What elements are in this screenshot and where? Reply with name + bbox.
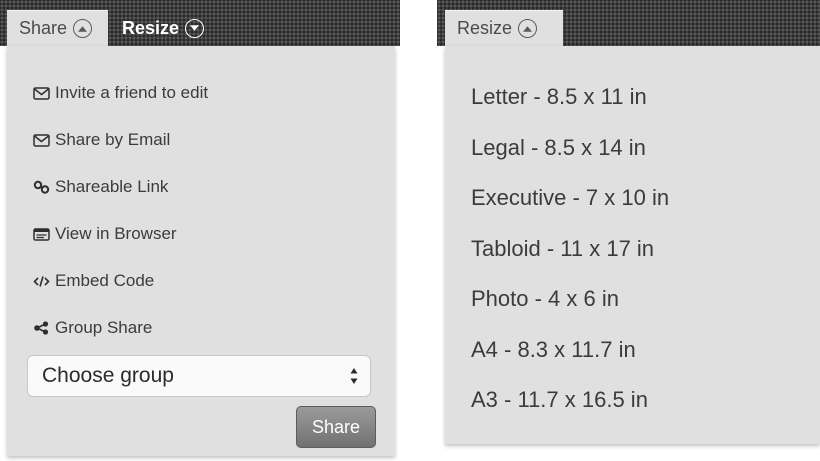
share-panel: Share Resize Invite a friend to edit Sha…: [0, 0, 400, 461]
menu-item-invite-friend[interactable]: Invite a friend to edit: [33, 83, 208, 103]
browser-window-icon: [33, 227, 50, 241]
menu-item-label: Embed Code: [55, 271, 155, 290]
code-icon: [33, 274, 50, 288]
tab-share[interactable]: Share: [7, 10, 108, 46]
size-option-letter[interactable]: Letter - 8.5 x 11 in: [471, 84, 647, 110]
menu-item-group-share[interactable]: Group Share: [33, 318, 152, 338]
tab-resize[interactable]: Resize: [122, 10, 205, 46]
menu-item-view-in-browser[interactable]: View in Browser: [33, 224, 177, 244]
menu-item-label: Share by Email: [55, 130, 171, 149]
tab-resize-label: Resize: [122, 17, 180, 38]
chevron-down-icon: [185, 18, 205, 38]
menu-item-label: Group Share: [55, 318, 153, 337]
tab-resize-label: Resize: [457, 18, 513, 38]
share-button[interactable]: Share: [296, 406, 376, 448]
tab-resize[interactable]: Resize: [445, 10, 563, 46]
resize-dropdown: Letter - 8.5 x 11 in Legal - 8.5 x 14 in…: [445, 46, 820, 444]
chevron-up-icon: [73, 19, 93, 38]
group-select-value: Choose group: [42, 364, 174, 387]
size-option-photo[interactable]: Photo - 4 x 6 in: [471, 286, 619, 312]
resize-panel: Resize Letter - 8.5 x 11 in Legal - 8.5 …: [437, 0, 820, 461]
envelope-icon: [33, 133, 50, 147]
menu-item-embed-code[interactable]: Embed Code: [33, 271, 154, 291]
size-option-legal[interactable]: Legal - 8.5 x 14 in: [471, 135, 646, 161]
size-option-a4[interactable]: A4 - 8.3 x 11.7 in: [471, 337, 636, 363]
menu-item-share-by-email[interactable]: Share by Email: [33, 130, 170, 150]
size-option-executive[interactable]: Executive - 7 x 10 in: [471, 185, 669, 211]
menu-item-label: Shareable Link: [55, 177, 169, 196]
menu-item-label: View in Browser: [55, 224, 177, 243]
share-nodes-icon: [33, 321, 50, 335]
tab-share-label: Share: [19, 18, 68, 38]
menu-item-label: Invite a friend to edit: [55, 83, 209, 102]
size-option-a3[interactable]: A3 - 11.7 x 16.5 in: [471, 387, 648, 413]
chevron-up-icon: [518, 19, 538, 38]
envelope-icon: [33, 86, 50, 100]
select-arrows-icon: [350, 368, 358, 384]
share-dropdown: Invite a friend to edit Share by Email S…: [7, 46, 395, 456]
group-select[interactable]: Choose group: [27, 355, 371, 397]
menu-item-shareable-link[interactable]: Shareable Link: [33, 177, 168, 197]
size-option-tabloid[interactable]: Tabloid - 11 x 17 in: [471, 236, 654, 262]
link-icon: [33, 180, 50, 194]
